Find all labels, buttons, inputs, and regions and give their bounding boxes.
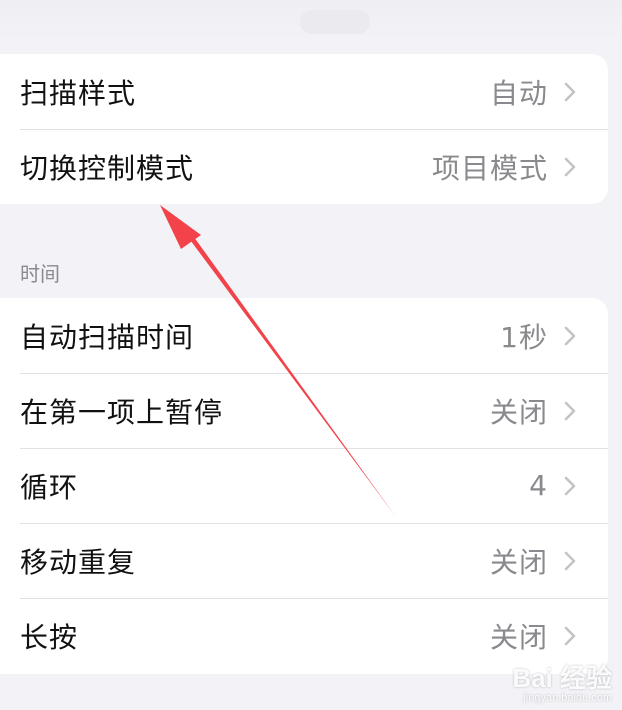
chevron-right-icon (564, 476, 576, 495)
row-label: 切换控制模式 (20, 151, 195, 185)
settings-row-switch-control-mode[interactable]: 切换控制模式 项目模式 (0, 129, 608, 204)
row-value: 项目模式 (431, 151, 548, 185)
row-value: 关闭 (489, 620, 548, 654)
timing-settings-group: 自动扫描时间 1秒 在第一项上暂停 关闭 循环 4 移动重复 关闭 长按 关闭 (0, 298, 608, 674)
arrow-head (160, 205, 201, 249)
row-label: 自动扫描时间 (20, 320, 195, 354)
watermark-site: jingyan.baidu.com (523, 692, 612, 704)
settings-row-loops[interactable]: 循环 4 (0, 448, 608, 523)
row-label: 在第一项上暂停 (20, 395, 224, 429)
settings-row-pause-on-first-item[interactable]: 在第一项上暂停 关闭 (0, 373, 608, 448)
chevron-right-icon (564, 401, 576, 420)
section-header-time: 时间 (20, 262, 60, 286)
watermark: Bai 经验 jingyan.baidu.com (512, 664, 612, 704)
chevron-right-icon (564, 551, 576, 570)
chevron-right-icon (564, 626, 576, 645)
row-label: 扫描样式 (20, 76, 137, 110)
row-value: 1秒 (500, 320, 548, 354)
row-value: 关闭 (489, 545, 548, 579)
row-label: 循环 (20, 470, 79, 504)
chevron-right-icon (564, 157, 576, 176)
settings-row-move-repeat[interactable]: 移动重复 关闭 (0, 523, 608, 598)
settings-row-auto-scan-time[interactable]: 自动扫描时间 1秒 (0, 298, 608, 373)
status-indicator (300, 10, 370, 34)
row-value: 4 (529, 469, 548, 502)
settings-row-long-press[interactable]: 长按 关闭 (0, 598, 608, 673)
row-label: 长按 (20, 620, 79, 654)
settings-row-scan-style[interactable]: 扫描样式 自动 (0, 54, 608, 129)
watermark-logo: Bai 经验 (512, 663, 612, 693)
chevron-right-icon (564, 82, 576, 101)
row-value: 关闭 (489, 395, 548, 429)
top-bar (0, 0, 622, 40)
row-label: 移动重复 (20, 545, 137, 579)
scan-settings-group: 扫描样式 自动 切换控制模式 项目模式 (0, 54, 608, 204)
chevron-right-icon (564, 326, 576, 345)
row-value: 自动 (489, 76, 548, 110)
